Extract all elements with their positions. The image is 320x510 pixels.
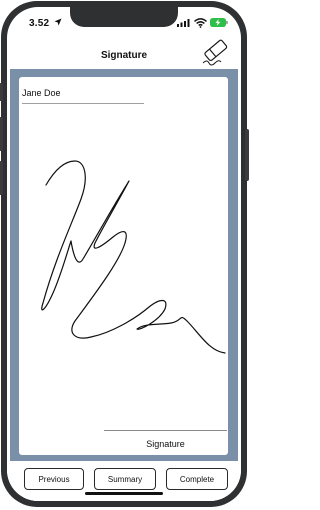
power-button bbox=[245, 129, 249, 181]
signature-frame: Jane Doe Signature bbox=[10, 69, 238, 461]
summary-button[interactable]: Summary bbox=[94, 468, 156, 490]
eraser-icon bbox=[202, 39, 228, 66]
location-arrow-icon bbox=[54, 18, 62, 26]
signature-line bbox=[104, 430, 227, 431]
screen: 3.52 Signature Jane Doe Signature Previo… bbox=[7, 7, 241, 501]
status-time: 3.52 bbox=[29, 18, 50, 29]
bottom-action-bar: Previous Summary Complete bbox=[7, 461, 241, 501]
status-bar: 3.52 bbox=[7, 7, 241, 37]
nav-bar: Signature bbox=[7, 37, 241, 69]
wifi-icon bbox=[194, 18, 207, 28]
home-indicator bbox=[85, 492, 163, 495]
volume-up-button bbox=[0, 117, 3, 151]
signature-label: Signature bbox=[146, 439, 185, 449]
notch bbox=[70, 7, 178, 27]
clear-signature-button[interactable] bbox=[199, 39, 231, 67]
previous-button[interactable]: Previous bbox=[24, 468, 84, 490]
complete-button[interactable]: Complete bbox=[166, 468, 228, 490]
phone-frame: 3.52 Signature Jane Doe Signature Previo… bbox=[0, 1, 249, 507]
volume-down-button bbox=[0, 161, 3, 195]
signature-drawing bbox=[41, 160, 226, 354]
mute-switch bbox=[0, 83, 3, 101]
signal-bars-icon bbox=[177, 19, 190, 27]
signature-pad[interactable]: Jane Doe Signature bbox=[19, 77, 228, 455]
battery-charging-icon bbox=[210, 18, 228, 27]
